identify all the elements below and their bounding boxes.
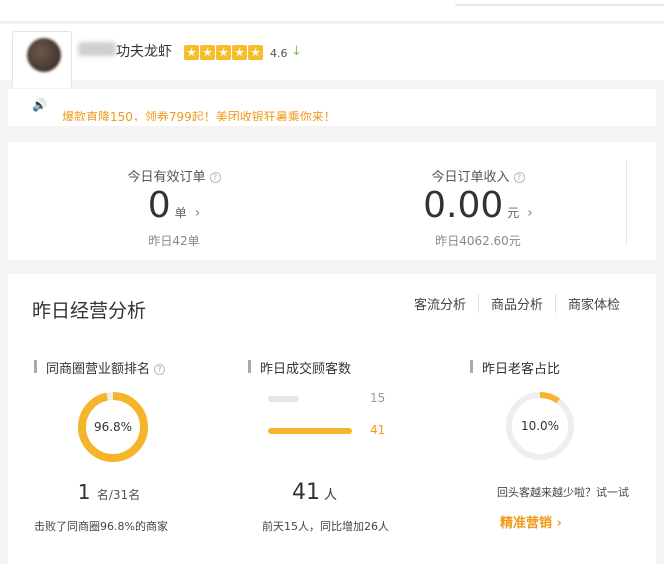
rating-stars: ★ ★ ★ ★ ★ [184,45,263,60]
today-orders-value: 0 [147,185,171,226]
customers-unit: 人 [324,488,338,503]
customers-count-row: 41 人 [292,480,337,505]
star-icon: ★ [232,45,247,60]
returning-card[interactable]: 昨日老客占比 10.0% 回头客越来越少啦？试一试 精准营销 › [460,352,660,552]
analysis-title: 昨日经营分析 [32,300,147,322]
customers-bar-label: 15 [370,391,386,405]
link-product-analysis[interactable]: 商品分析 [477,294,555,313]
customers-card[interactable]: 昨日成交顾客数 15 41 41 人 前天15人，同比增加26人 [248,352,448,552]
help-icon[interactable]: ? [154,364,166,375]
ranking-footnote: 击败了同商圈96.8%的商家 [34,520,168,533]
analysis-panel: 昨日经营分析 客流分析 商品分析 商家体检 同商圈营业额排名? 96.8% 1 … [8,274,656,564]
down-arrow-icon: ↓ [291,44,302,59]
customers-bar-label: 41 [370,423,386,437]
store-avatar[interactable] [12,31,72,91]
today-revenue-value-row: 0.00 元 › [328,186,628,233]
today-revenue-unit: 元 [507,206,520,220]
ranking-value: 1 名/31名 [34,480,184,504]
rank-number: 1 [77,480,91,504]
precision-marketing-link[interactable]: 精准营销 › [500,512,562,531]
store-name: 功夫龙虾 [116,44,172,60]
ranking-title: 同商圈营业额排名 [46,362,151,377]
yesterday-revenue: 昨日4062.60元 [435,234,521,248]
returning-title: 昨日老客占比 [470,358,560,377]
returning-ring: 10.0% [504,390,576,462]
customers-bar [268,396,299,402]
ranking-percent: 96.8% [93,420,133,434]
link-store-checkup[interactable]: 商家体检 [554,294,632,313]
today-revenue-label: 今日订单收入 [431,170,510,185]
star-icon: ★ [184,45,199,60]
analysis-links: 客流分析 商品分析 商家体检 [402,294,632,313]
store-rating: 4.6 [270,47,288,60]
today-orders-label: 今日有效订单 [127,170,206,185]
today-summary: 今日有效订单? 0 单 › 昨日42单 今日订单收入? 0.00 元 › 昨日4062.… [8,142,656,260]
star-icon: ★ [200,45,215,60]
yesterday-orders: 昨日42单 [148,234,200,248]
chevron-right-icon: › [194,205,201,221]
ranking-title-row: 同商圈营业额排名? [34,358,166,377]
today-revenue-label-row: 今日订单收入? [328,166,628,185]
avatar-image [27,38,61,72]
speaker-icon: 🔊 [32,98,47,112]
rank-unit: 名/31名 [96,488,141,502]
today-revenue[interactable]: 今日订单收入? 0.00 元 › 昨日4062.60元 [328,142,628,260]
notice-bar[interactable]: 🔊 爆款直降150，领券799起！美团收银狂暑乘你来！ [8,88,656,126]
customers-title: 昨日成交顾客数 [248,358,351,377]
ranking-ring: 96.8% [76,390,150,464]
today-orders-unit: 单 [174,206,187,220]
today-revenue-value: 0.00 [423,185,504,226]
star-icon: ★ [248,45,263,60]
notice-text[interactable]: 爆款直降150，领券799起！美团收银狂暑乘你来！ [62,107,422,121]
link-traffic-analysis[interactable]: 客流分析 [402,294,478,313]
help-icon[interactable]: ? [209,172,221,183]
store-name-blurred [78,42,116,56]
chevron-right-icon: › [527,205,533,221]
store-header: 功夫龙虾 ★ ★ ★ ★ ★ 4.6 ↓ [0,24,664,91]
star-icon: ★ [216,45,231,60]
customers-footnote: 前天15人，同比增加26人 [262,520,389,533]
customers-bar [268,428,352,434]
customers-count: 41 [292,480,320,505]
help-icon[interactable]: ? [513,172,525,183]
today-orders-value-row: 0 单 › [24,186,324,233]
today-orders-label-row: 今日有效订单? [24,166,324,185]
top-divider [455,4,664,6]
vertical-divider [626,160,627,246]
returning-percent: 10.0% [520,419,560,433]
ranking-card[interactable]: 同商圈营业额排名? 96.8% 1 名/31名 击败了同商圈96.8%的商家 [34,352,234,552]
returning-hint: 回头客越来越少啦？试一试 [497,486,629,499]
top-bar [0,0,664,22]
today-orders[interactable]: 今日有效订单? 0 单 › 昨日42单 [24,142,324,260]
